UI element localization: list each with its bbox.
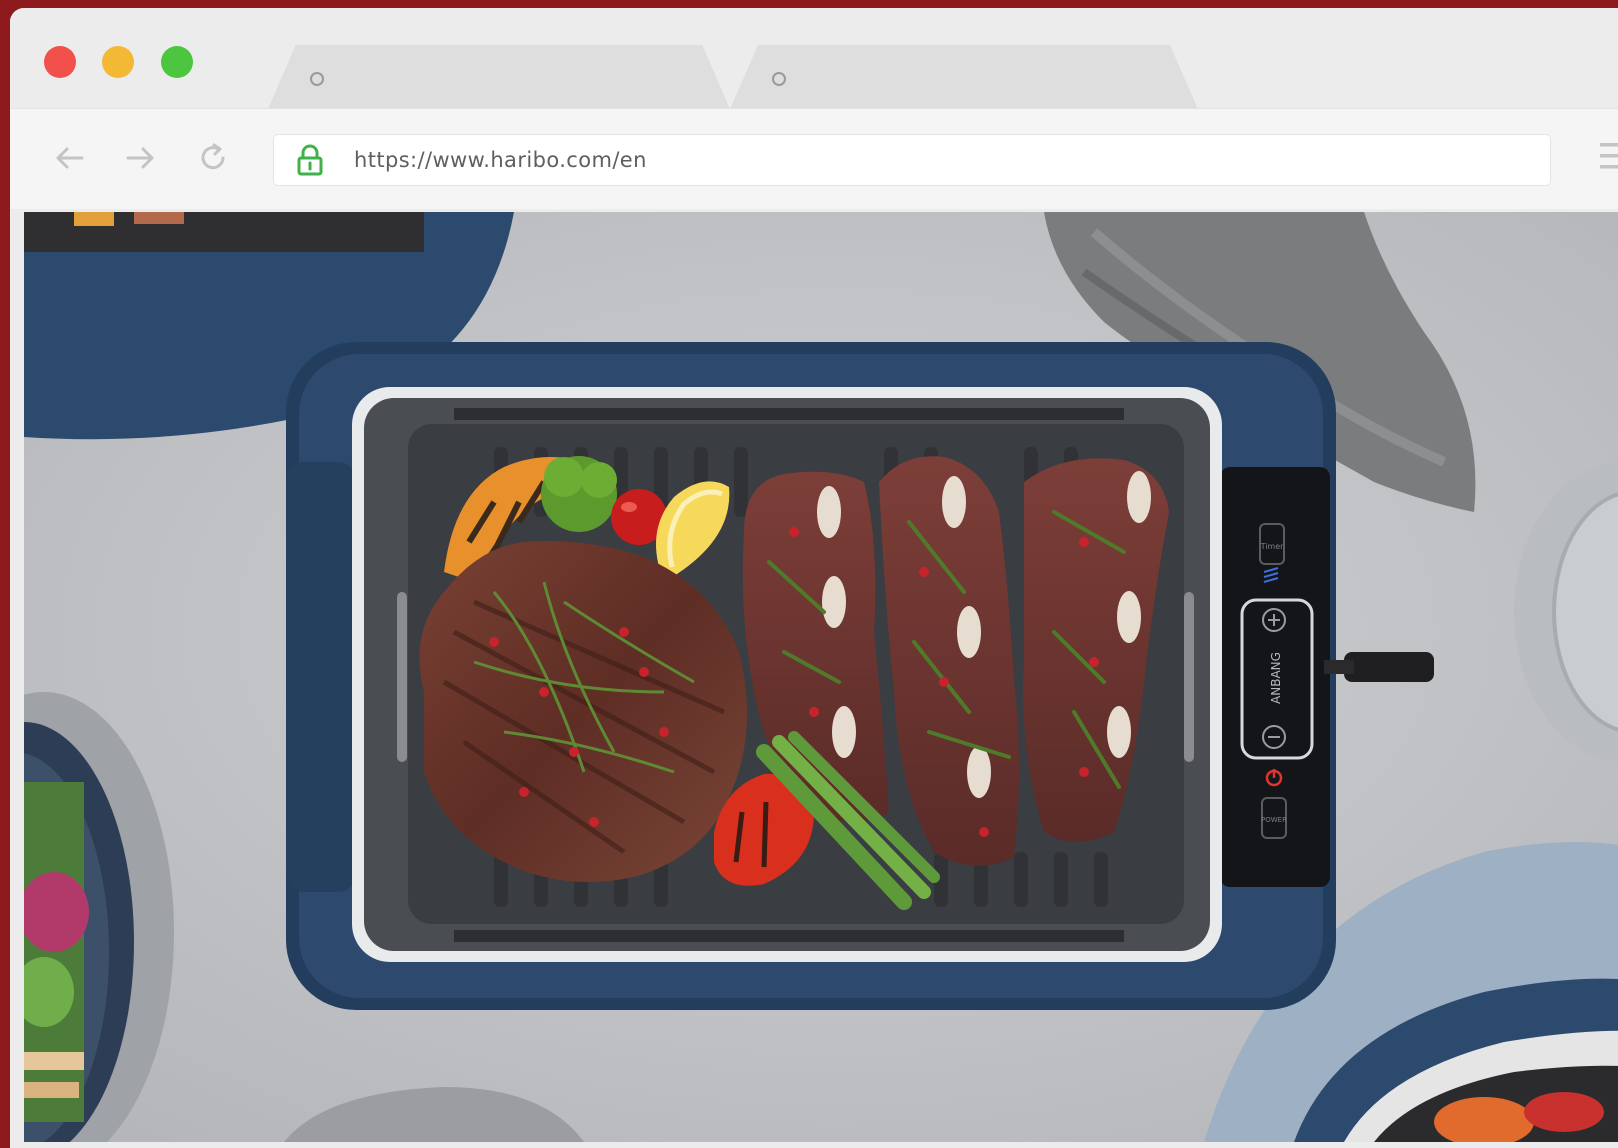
address-bar[interactable]: https://www.haribo.com/en <box>274 135 1550 185</box>
power-label: POWER <box>1261 816 1287 824</box>
tab-favicon-icon <box>310 72 324 86</box>
hero-product-image: Timer ANBANG POWER <box>24 212 1618 1142</box>
brand-label: ANBANG <box>1269 652 1283 704</box>
reload-icon[interactable] <box>194 139 232 177</box>
lock-icon <box>297 144 323 176</box>
minimize-window-button[interactable] <box>102 46 134 78</box>
page-content: Timer ANBANG POWER <box>24 212 1618 1142</box>
back-arrow-icon[interactable] <box>50 139 88 177</box>
title-bar <box>10 8 1618 109</box>
timer-label: Timer <box>1260 542 1285 551</box>
tab-favicon-icon <box>772 72 786 86</box>
browser-tab[interactable] <box>730 45 1198 109</box>
menu-icon[interactable] <box>1594 139 1618 173</box>
close-window-button[interactable] <box>44 46 76 78</box>
forward-arrow-icon[interactable] <box>122 139 160 177</box>
maximize-window-button[interactable] <box>161 46 193 78</box>
browser-toolbar: https://www.haribo.com/en <box>10 108 1618 209</box>
browser-window: https://www.haribo.com/en Timer ANBANG P… <box>10 8 1618 1148</box>
url-text: https://www.haribo.com/en <box>354 148 647 172</box>
browser-tab[interactable] <box>268 45 730 109</box>
